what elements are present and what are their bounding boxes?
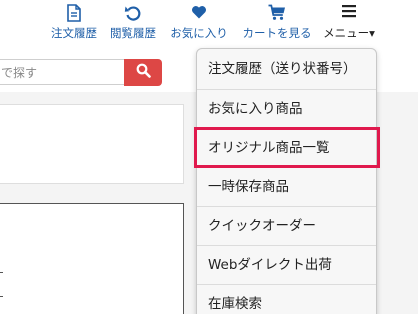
list-marker bbox=[0, 272, 3, 273]
list-marker bbox=[0, 296, 3, 297]
nav-favorites[interactable]: お気に入り bbox=[169, 4, 229, 40]
cart-icon bbox=[240, 4, 314, 24]
menu-item-order-history-tracking[interactable]: 注文履歴（送り状番号） bbox=[197, 49, 376, 90]
nav-view-cart[interactable]: カートを見る bbox=[240, 4, 314, 40]
menu-item-saved-products[interactable]: 一時保存商品 bbox=[197, 168, 376, 207]
top-navigation: 注文履歴 閲覧履歴 お気に入り カートを見る メニュー▾ bbox=[0, 4, 418, 44]
nav-favorites-label: お気に入り bbox=[170, 26, 228, 40]
hamburger-icon bbox=[320, 4, 378, 24]
nav-browsing-history[interactable]: 閲覧履歴 bbox=[108, 4, 158, 40]
menu-dropdown: 注文履歴（送り状番号） お気に入り商品 オリジナル商品一覧 一時保存商品 クイッ… bbox=[196, 48, 377, 314]
document-icon bbox=[49, 4, 99, 24]
menu-item-web-direct-shipping[interactable]: Webダイレクト出荷 bbox=[197, 246, 376, 285]
nav-order-history-label: 注文履歴 bbox=[51, 26, 97, 40]
nav-order-history[interactable]: 注文履歴 bbox=[49, 4, 99, 40]
history-icon bbox=[108, 4, 158, 24]
search-input[interactable]: で探す bbox=[0, 59, 125, 85]
magnifier-icon bbox=[136, 63, 151, 82]
menu-item-stock-search[interactable]: 在庫検索 bbox=[197, 285, 376, 314]
nav-menu-label: メニュー▾ bbox=[323, 26, 375, 40]
nav-view-cart-label: カートを見る bbox=[242, 26, 312, 40]
menu-item-original-products[interactable]: オリジナル商品一覧 bbox=[197, 129, 376, 168]
search-placeholder: で探す bbox=[1, 66, 38, 80]
nav-menu-toggle[interactable]: メニュー▾ bbox=[320, 4, 378, 40]
menu-item-favorite-products[interactable]: お気に入り商品 bbox=[197, 90, 376, 129]
menu-item-quick-order[interactable]: クイックオーダー bbox=[197, 207, 376, 246]
heart-icon bbox=[169, 4, 229, 24]
page: 注文履歴 閲覧履歴 お気に入り カートを見る メニュー▾ で探す 注文履歴（送り… bbox=[0, 0, 418, 314]
content-panel-lower bbox=[0, 203, 184, 314]
nav-browsing-history-label: 閲覧履歴 bbox=[110, 26, 156, 40]
content-panel bbox=[0, 104, 184, 184]
search-button[interactable] bbox=[124, 59, 162, 86]
